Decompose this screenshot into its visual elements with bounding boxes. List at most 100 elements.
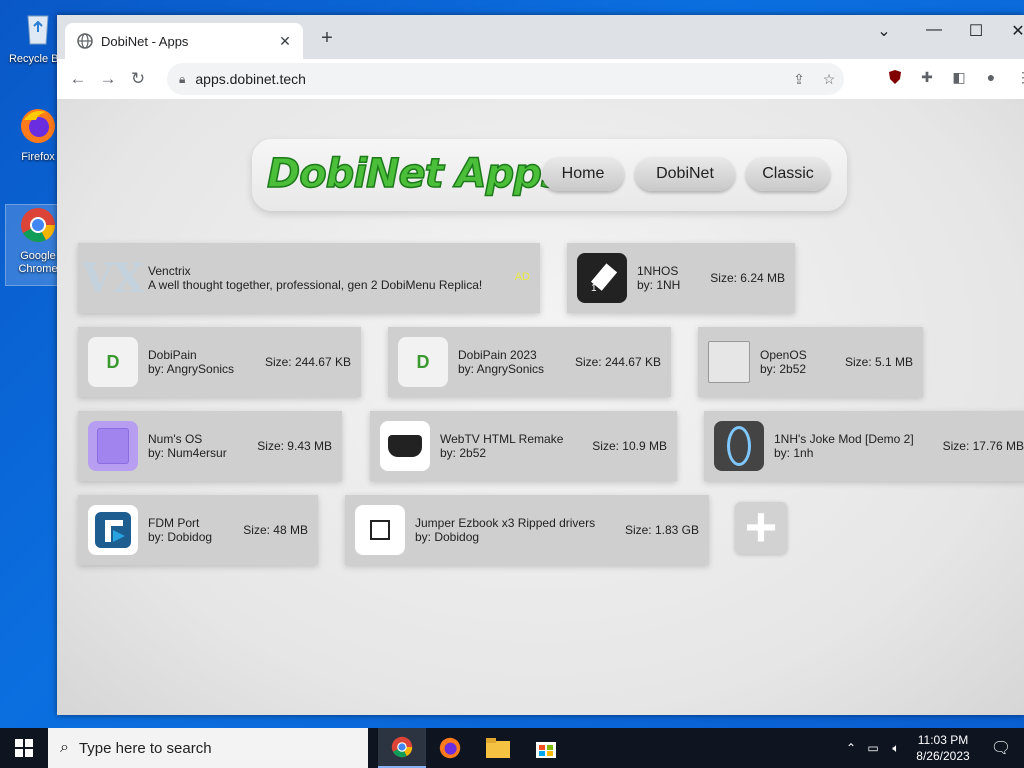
dobipain-icon: D <box>88 337 138 387</box>
app-author: by: Dobidog <box>148 530 213 544</box>
nav-classic[interactable]: Classic <box>746 157 830 191</box>
app-size: Size: 1.83 GB <box>624 523 699 537</box>
ad-badge: AD <box>514 271 530 283</box>
start-button[interactable] <box>0 728 48 768</box>
app-author: by: AngrySonics <box>148 362 235 376</box>
dobipain-icon: D <box>398 337 448 387</box>
bookmark-star-icon[interactable]: ☆ <box>814 71 844 88</box>
app-author: by: 1nh <box>774 446 814 460</box>
minimize-button[interactable]: — <box>919 21 949 39</box>
app-card-webtv[interactable]: WebTV HTML Remake by: 2b52 Size: 10.9 MB <box>370 411 677 481</box>
app-subtitle: A well thought together, professional, g… <box>148 278 483 292</box>
chrome-icon <box>391 736 413 758</box>
notifications-icon[interactable]: 🗨︎ <box>978 738 1024 758</box>
app-author: by: Dobidog <box>415 530 480 544</box>
web-page: DobiNet Apps Home DobiNet Classic VX Ven… <box>57 99 1024 715</box>
app-author: by: Num4ersur <box>148 446 227 460</box>
windows-logo-icon <box>15 739 33 757</box>
app-author: by: 2b52 <box>440 446 487 460</box>
app-card-1nhos[interactable]: 1 1NHOS by: 1NH Size: 6.24 MB <box>567 243 795 313</box>
app-size: Size: 10.9 MB <box>592 439 667 453</box>
app-name: WebTV HTML Remake <box>440 432 564 446</box>
folder-icon <box>486 738 510 758</box>
browser-window: DobiNet - Apps ✕ + ⌄ — ☐ ✕ ← → ↻ 🔒︎ apps… <box>57 15 1024 715</box>
app-size: Size: 6.24 MB <box>710 271 785 285</box>
new-tab-button[interactable]: + <box>315 27 339 50</box>
app-name: Num's OS <box>148 432 203 446</box>
fdm-icon <box>88 505 138 555</box>
globe-icon <box>77 33 93 49</box>
app-card-venctrix[interactable]: VX Venctrix A well thought together, prof… <box>78 243 540 313</box>
app-card-jumper-drivers[interactable]: Jumper Ezbook x3 Ripped drivers by: Dobid… <box>345 495 709 565</box>
network-icon[interactable]: ▭ <box>862 741 884 755</box>
search-placeholder: Type here to search <box>78 739 212 757</box>
share-icon[interactable]: ⇪ <box>784 71 814 88</box>
app-name: Jumper Ezbook x3 Ripped drivers <box>415 516 596 530</box>
side-panel-icon[interactable]: ◧ <box>948 69 970 86</box>
clock-time: 11:03 PM <box>917 733 969 747</box>
forward-icon[interactable]: → <box>93 69 123 89</box>
store-icon <box>536 742 556 758</box>
1nhos-icon: 1 <box>577 253 627 303</box>
app-card-fdm-port[interactable]: FDM Port by: Dobidog Size: 48 MB <box>78 495 318 565</box>
address-bar[interactable]: 🔒︎ apps.dobinet.tech ⇪ ☆ <box>167 63 844 95</box>
app-size: Size: 244.67 KB <box>264 355 351 369</box>
site-logo[interactable]: DobiNet Apps <box>266 150 565 198</box>
app-author: by: AngrySonics <box>458 362 545 376</box>
profile-icon[interactable]: ● <box>980 69 1002 85</box>
browser-toolbar: ← → ↻ 🔒︎ apps.dobinet.tech ⇪ ☆ ✚ ◧ ● ⋮ <box>57 59 1024 100</box>
portal-icon <box>714 421 764 471</box>
app-card-openos[interactable]: OpenOS by: 2b52 Size: 5.1 MB <box>698 327 923 397</box>
app-name: 1NHOS <box>637 264 679 278</box>
svg-text:1: 1 <box>591 283 597 294</box>
chevron-up-icon[interactable]: ⌃ <box>840 741 862 755</box>
volume-icon[interactable]: 🔈︎ <box>884 741 908 756</box>
folder-icon <box>708 341 750 383</box>
add-app-button[interactable]: + <box>735 499 787 555</box>
back-icon[interactable]: ← <box>63 69 93 89</box>
taskbar-search[interactable]: ⌕ Type here to search <box>48 728 368 768</box>
app-card-dobipain-2023[interactable]: D DobiPain 2023 by: AngrySonics Size: 244… <box>388 327 671 397</box>
close-tab-icon[interactable]: ✕ <box>275 33 295 50</box>
app-size: Size: 244.67 KB <box>574 355 661 369</box>
vx-logo-icon: VX <box>81 254 145 302</box>
url-text: apps.dobinet.tech <box>195 71 306 87</box>
app-card-nums-os[interactable]: Num's OS by: Num4ersur Size: 9.43 MB <box>78 411 342 481</box>
lock-icon: 🔒︎ <box>179 71 186 86</box>
menu-icon[interactable]: ⋮ <box>1012 69 1024 86</box>
nav-dobinet[interactable]: DobiNet <box>635 157 735 191</box>
drivers-icon <box>355 505 405 555</box>
app-size: Size: 9.43 MB <box>257 439 332 453</box>
firefox-icon <box>439 737 461 759</box>
app-name: DobiPain 2023 <box>458 348 537 362</box>
browser-tab[interactable]: DobiNet - Apps ✕ <box>65 23 303 59</box>
reload-icon[interactable]: ↻ <box>123 69 153 89</box>
app-name: FDM Port <box>148 516 200 530</box>
clock[interactable]: 11:03 PM 8/26/2023 <box>908 732 978 764</box>
taskbar-file-explorer[interactable] <box>474 728 522 768</box>
chrome-icon <box>21 208 55 242</box>
close-window-button[interactable]: ✕ <box>1003 21 1024 41</box>
maximize-button[interactable]: ☐ <box>961 21 991 41</box>
search-icon: ⌕ <box>60 739 69 756</box>
app-author: by: 2b52 <box>760 362 807 376</box>
app-name: Venctrix <box>148 264 191 278</box>
app-card-joke-mod[interactable]: 1NH's Joke Mod [Demo 2] by: 1nh Size: 17.… <box>704 411 1024 481</box>
webtv-icon <box>380 421 430 471</box>
tab-strip: DobiNet - Apps ✕ + ⌄ — ☐ ✕ <box>57 15 1024 59</box>
taskbar-chrome[interactable] <box>378 728 426 768</box>
extensions-icon[interactable]: ✚ <box>916 69 938 86</box>
app-card-dobipain[interactable]: D DobiPain by: AngrySonics Size: 244.67 K… <box>78 327 361 397</box>
ublock-icon[interactable] <box>884 69 906 88</box>
app-author: by: 1NH <box>637 278 681 292</box>
firefox-icon <box>21 109 55 143</box>
app-size: Size: 48 MB <box>243 523 308 537</box>
clock-date: 8/26/2023 <box>916 749 970 763</box>
system-tray: ⌃ ▭ 🔈︎ 11:03 PM 8/26/2023 🗨︎ <box>840 728 1024 768</box>
app-size: Size: 5.1 MB <box>844 355 913 369</box>
taskbar-store[interactable] <box>522 728 570 768</box>
tab-search-icon[interactable]: ⌄ <box>869 21 899 41</box>
nav-home[interactable]: Home <box>542 157 624 191</box>
taskbar-firefox[interactable] <box>426 728 474 768</box>
app-size: Size: 17.76 MB <box>942 439 1024 453</box>
